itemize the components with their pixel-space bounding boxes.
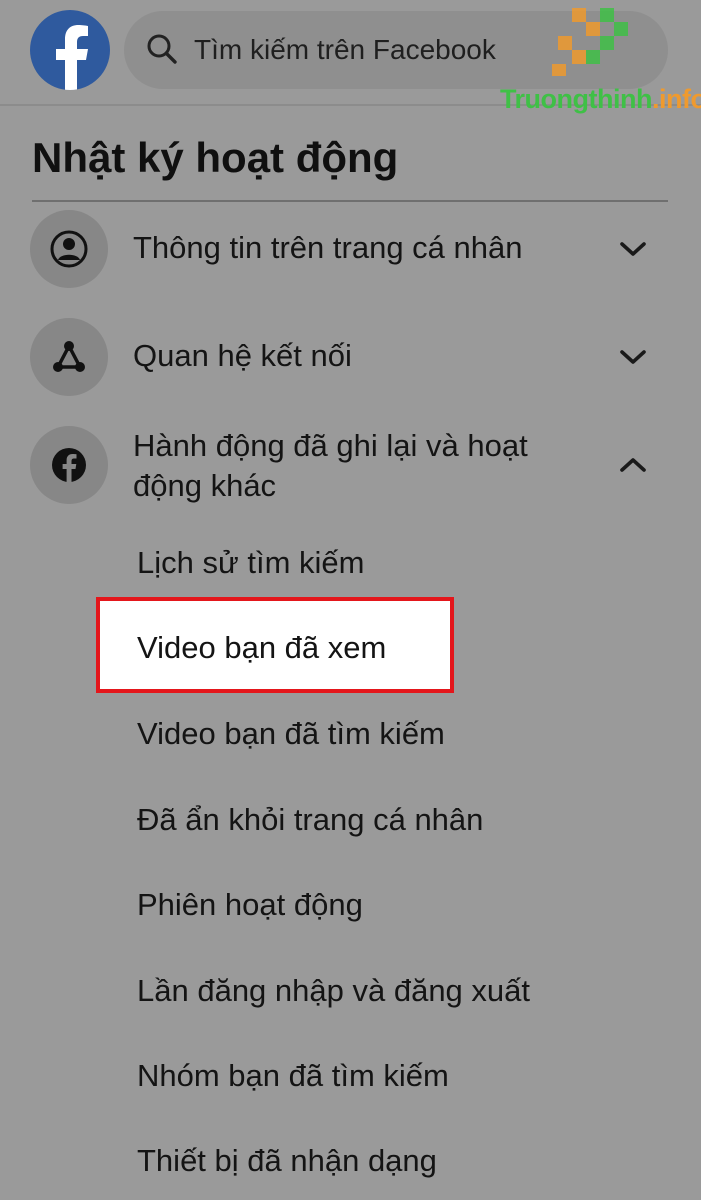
search-icon bbox=[147, 34, 177, 64]
subitem-watched-videos[interactable]: Video bạn đã xem bbox=[137, 628, 386, 668]
facebook-icon bbox=[30, 426, 108, 504]
section-label: Thông tin trên trang cá nhân bbox=[133, 230, 523, 265]
chevron-down-icon[interactable] bbox=[618, 346, 648, 368]
section-label: Quan hệ kết nối bbox=[133, 338, 352, 373]
watermark-part2: .info bbox=[651, 84, 701, 114]
watermark-part1: Truongthinh bbox=[500, 84, 652, 114]
subitem-hidden-from-profile[interactable]: Đã ẩn khỏi trang cá nhân bbox=[137, 800, 483, 840]
subitem-active-sessions[interactable]: Phiên hoạt động bbox=[137, 885, 363, 925]
top-bar: Truongthinh.info bbox=[0, 0, 701, 114]
watermark-logo-icon bbox=[552, 8, 628, 76]
subitem-recognized-devices[interactable]: Thiết bị đã nhận dạng bbox=[137, 1141, 437, 1181]
section-profile-info[interactable]: Thông tin trên trang cá nhân bbox=[30, 210, 670, 290]
section-connections[interactable]: Quan hệ kết nối bbox=[30, 318, 670, 398]
title-divider bbox=[32, 200, 668, 202]
highlighted-subitem-watched-videos[interactable]: Video bạn đã xem bbox=[96, 597, 454, 693]
subitem-searched-videos[interactable]: Video bạn đã tìm kiếm bbox=[137, 714, 445, 754]
section-logged-actions[interactable]: Hành động đã ghi lại và hoạt động khác bbox=[30, 426, 670, 506]
subitem-searched-groups[interactable]: Nhóm bạn đã tìm kiếm bbox=[137, 1056, 449, 1096]
page-title: Nhật ký hoạt động bbox=[32, 134, 399, 181]
section-label: Hành động đã ghi lại và hoạt động khác bbox=[133, 428, 528, 503]
subitem-logins-logouts[interactable]: Lần đăng nhập và đăng xuất bbox=[137, 971, 530, 1011]
subitem-search-history[interactable]: Lịch sử tìm kiếm bbox=[137, 543, 364, 583]
chevron-down-icon[interactable] bbox=[618, 238, 648, 260]
facebook-logo-icon[interactable] bbox=[30, 10, 110, 90]
search-input[interactable] bbox=[194, 25, 594, 75]
connections-icon bbox=[30, 318, 108, 396]
chevron-up-icon[interactable] bbox=[618, 454, 648, 476]
watermark-text: Truongthinh.info bbox=[500, 84, 701, 115]
profile-icon bbox=[30, 210, 108, 288]
